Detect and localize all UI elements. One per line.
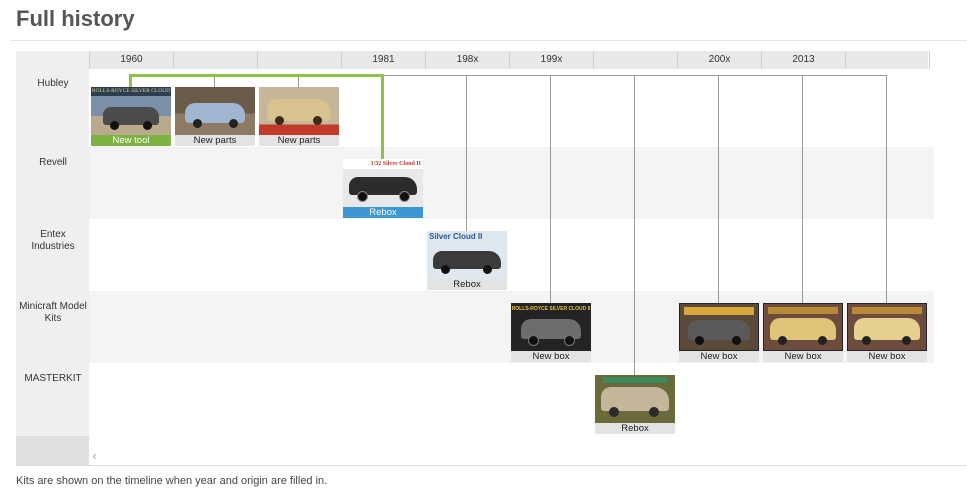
connector-minicraft-newbox (550, 75, 551, 303)
kit-box-text: ROLLS-ROYCE SILVER CLOUD II (511, 306, 591, 312)
title-divider (10, 40, 967, 41)
kit-box-banner (603, 377, 667, 383)
car-wheel (649, 407, 659, 417)
car-wheel (528, 335, 539, 346)
connector-2013-newbox (802, 75, 803, 303)
kit-caption: New box (511, 351, 591, 362)
kit-caption: Rebox (595, 423, 675, 434)
year-col-1960: 1960 (89, 51, 173, 69)
kit-box-image (679, 303, 759, 351)
year-col-199x: 199x (509, 51, 593, 69)
row-band-revell (89, 147, 934, 219)
car-wheel (143, 121, 152, 130)
car-wheel (193, 119, 202, 128)
kit-caption: New parts (259, 135, 339, 146)
year-col-blank (173, 51, 257, 69)
year-col-198x: 198x (425, 51, 509, 69)
kit-card-masterkit-rebox[interactable]: Rebox (595, 375, 675, 434)
car-wheel (862, 336, 871, 345)
timeline-footnote: Kits are shown on the timeline when year… (16, 475, 328, 487)
page-title: Full history (16, 6, 135, 31)
year-col-blank (845, 51, 930, 69)
car-wheel (564, 335, 575, 346)
kit-box-text: Silver Cloud II (429, 232, 483, 241)
kit-card-minicraft-new-box-4[interactable]: New box (847, 303, 927, 362)
connector-revell-rebox (381, 74, 384, 159)
year-col-2013: 2013 (761, 51, 845, 69)
kit-box-image (763, 303, 843, 351)
connector-new-tool (129, 74, 132, 88)
car-wheel (110, 121, 119, 130)
kit-card-revell-rebox[interactable]: 1/32 Silver Cloud II Rebox (343, 159, 423, 218)
car-wheel (357, 191, 368, 202)
year-col-blank (257, 51, 341, 69)
scroll-left-icon[interactable]: ‹ (92, 449, 97, 463)
car-wheel (609, 407, 619, 417)
connector-200x-newbox (718, 75, 719, 303)
maker-label-column-footer (16, 436, 89, 465)
kit-box-image (595, 375, 675, 423)
maker-label-revell: Revell (39, 157, 67, 168)
kit-card-hubley-new-tool[interactable]: ROLLS-ROYCE SILVER CLOUD New tool (91, 87, 171, 146)
kit-card-hubley-new-parts-2[interactable]: New parts (259, 87, 339, 146)
maker-label-minicraft: Minicraft Model Kits (19, 301, 87, 324)
year-col-1981: 1981 (341, 51, 425, 69)
car-wheel (313, 116, 322, 125)
car-wheel (275, 116, 284, 125)
year-col-blank (593, 51, 677, 69)
kit-caption: Rebox (427, 279, 507, 290)
kit-box-image: ROLLS-ROYCE SILVER CLOUD (91, 87, 171, 135)
kit-caption: New box (847, 351, 927, 362)
kit-caption: Rebox (343, 207, 423, 218)
kit-box-image (847, 303, 927, 351)
kit-card-hubley-new-parts-1[interactable]: New parts (175, 87, 255, 146)
kit-box-image: Silver Cloud II (427, 231, 507, 279)
kit-caption: New parts (175, 135, 255, 146)
maker-label-masterkit: MASTERKIT (24, 373, 82, 384)
kit-box-image (175, 87, 255, 135)
car-wheel (902, 336, 911, 345)
kit-box-image (259, 87, 339, 135)
kit-box-image: ROLLS-ROYCE SILVER CLOUD II (511, 303, 591, 351)
car-wheel (399, 191, 410, 202)
kit-box-text: ROLLS-ROYCE SILVER CLOUD (91, 87, 171, 96)
connector-entex-rebox (466, 75, 467, 231)
kit-box-banner (852, 307, 922, 314)
car-wheel (818, 336, 827, 345)
kit-card-entex-rebox[interactable]: Silver Cloud II Rebox (427, 231, 507, 290)
kit-card-minicraft-new-box-2[interactable]: New box (679, 303, 759, 362)
car-wheel (732, 336, 741, 345)
car-wheel (778, 336, 787, 345)
maker-label-column (16, 51, 89, 465)
kit-caption: New box (763, 351, 843, 362)
kit-box-banner (684, 307, 754, 315)
year-col-200x: 200x (677, 51, 761, 69)
car-wheel (483, 265, 492, 274)
kit-caption: New tool (91, 135, 171, 146)
timeline-green-connector (129, 74, 384, 77)
kit-card-minicraft-new-box-3[interactable]: New box (763, 303, 843, 362)
year-header: 1960 1981 198x 199x 200x 2013 (89, 51, 930, 69)
car-wheel (441, 265, 450, 274)
car-wheel (695, 336, 704, 345)
timeline-bottom-divider (16, 465, 967, 466)
kit-box-banner (768, 307, 838, 314)
car-wheel (229, 119, 238, 128)
maker-label-hubley: Hubley (37, 78, 69, 89)
connector-last-newbox (886, 75, 887, 303)
connector-masterkit-rebox (634, 75, 635, 375)
kit-box-text: 1/32 Silver Cloud II (343, 159, 423, 169)
kit-card-minicraft-new-box-1[interactable]: ROLLS-ROYCE SILVER CLOUD II New box (511, 303, 591, 362)
kit-caption: New box (679, 351, 759, 362)
kit-box-image: 1/32 Silver Cloud II (343, 159, 423, 207)
maker-label-entex: Entex Industries (31, 229, 75, 252)
